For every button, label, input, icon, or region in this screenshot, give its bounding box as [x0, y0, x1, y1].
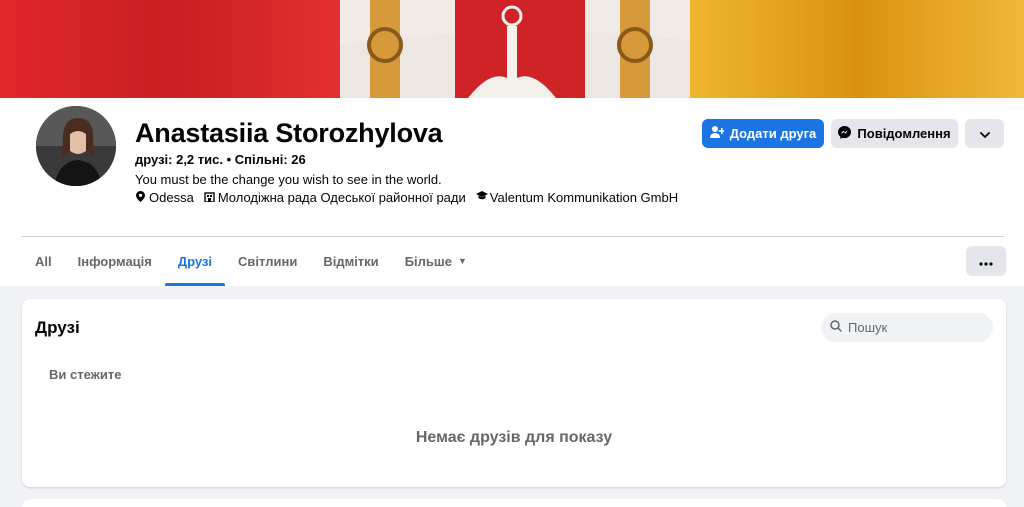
tab-more[interactable]: Більше ▼: [392, 236, 480, 286]
add-friend-label: Додати друга: [729, 126, 817, 141]
ellipsis-icon: [979, 253, 993, 269]
cover-photo[interactable]: [0, 0, 1024, 98]
profile-tabs: All Інформація Друзі Світлини Відмітки Б…: [22, 236, 480, 286]
tab-tags[interactable]: Відмітки: [310, 236, 391, 286]
workplace-icon: [204, 191, 215, 205]
fact-text[interactable]: Valentum Kommunikation GmbH: [490, 190, 678, 205]
tab-label: Інформація: [77, 253, 152, 269]
add-friend-button[interactable]: Додати друга: [702, 119, 824, 148]
fact-text: Odessa: [149, 190, 194, 205]
message-button[interactable]: Повідомлення: [831, 119, 958, 148]
tab-label: Світлини: [238, 253, 298, 269]
search-icon: [830, 319, 842, 337]
chevron-down-icon: [979, 126, 990, 141]
message-label: Повідомлення: [857, 126, 951, 141]
search-input[interactable]: [848, 320, 978, 335]
tab-friends[interactable]: Друзі: [164, 236, 226, 286]
friends-card: Друзі Ви стежите Немає друзів для показу: [22, 299, 1006, 487]
friends-title: Друзі: [35, 318, 80, 337]
messenger-icon: [838, 125, 852, 142]
profile-more-button[interactable]: [965, 119, 1004, 148]
tab-all[interactable]: All: [22, 236, 65, 286]
tab-label: All: [35, 253, 52, 269]
add-person-icon: [709, 126, 725, 141]
following-subtab[interactable]: Ви стежите: [49, 367, 121, 382]
empty-state-message: Немає друзів для показу: [415, 429, 613, 446]
friend-count[interactable]: друзі: 2,2 тис. • Спільні: 26: [135, 152, 306, 167]
fact-education: Valentum Kommunikation GmbH: [475, 190, 678, 205]
intro-facts: Odessa Молодіжна рада Одеської районної …: [135, 190, 678, 205]
tab-about[interactable]: Інформація: [65, 236, 165, 286]
next-section-card: [22, 499, 1006, 507]
profile-bio: You must be the change you wish to see i…: [135, 172, 442, 187]
tab-label: Друзі: [177, 253, 213, 269]
education-cap-icon: [475, 191, 488, 204]
tab-label: Більше: [404, 253, 452, 269]
fact-workplace: Молодіжна рада Одеської районної ради: [204, 190, 466, 205]
friends-search[interactable]: [821, 313, 993, 342]
profile-name: Anastasiia Storozhylova: [135, 118, 443, 148]
caret-down-icon: ▼: [457, 256, 467, 266]
tab-label: Відмітки: [323, 253, 379, 269]
tab-photos[interactable]: Світлини: [225, 236, 310, 286]
fact-text[interactable]: Молодіжна рада Одеської районної ради: [218, 190, 466, 205]
location-pin-icon: [135, 190, 145, 205]
fact-location: Odessa: [135, 190, 194, 205]
tabs-overflow-button[interactable]: [966, 246, 1006, 276]
avatar[interactable]: [34, 104, 118, 188]
